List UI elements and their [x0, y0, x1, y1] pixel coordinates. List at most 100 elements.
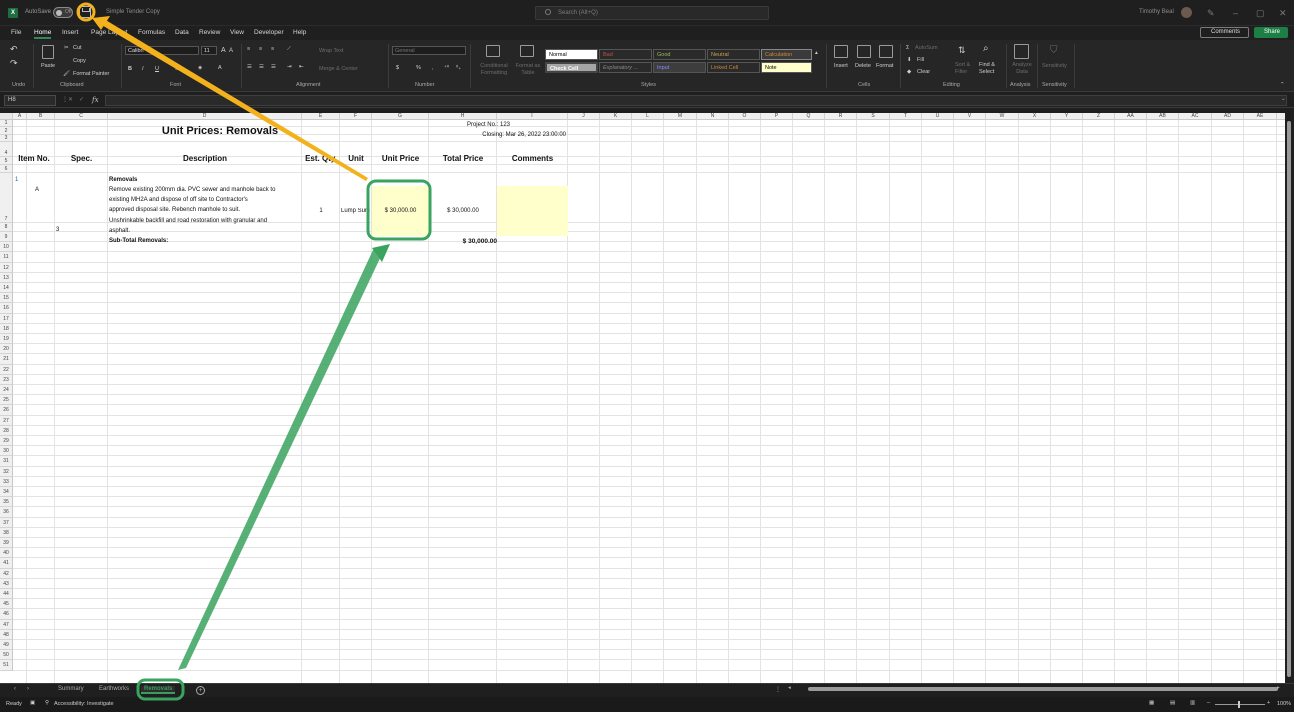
column-header[interactable]: S	[857, 113, 890, 120]
align-middle-icon[interactable]: ≡	[259, 46, 262, 52]
format-as-table-icon[interactable]	[520, 45, 534, 57]
clear-button[interactable]: Clear	[917, 69, 930, 75]
zoom-out-icon[interactable]: –	[1207, 700, 1210, 706]
prev-sheet-icon[interactable]: ‹	[14, 686, 16, 692]
sort-filter-icon[interactable]: ⇅	[958, 45, 966, 56]
header-unit[interactable]: Unit	[340, 154, 372, 163]
tab-page-layout[interactable]: Page Layout	[91, 29, 128, 36]
column-header[interactable]: G	[372, 113, 429, 120]
align-bottom-icon[interactable]: ≡	[271, 46, 274, 52]
format-painter-icon[interactable]: 🖌	[63, 71, 70, 77]
row-header[interactable]: 51	[0, 660, 13, 671]
header-est-qty[interactable]: Est. Qty.	[302, 154, 340, 163]
cancel-icon[interactable]: ✕	[68, 96, 73, 103]
sensitivity-icon[interactable]: ⛉	[1050, 45, 1058, 56]
column-header[interactable]: AD	[1212, 113, 1244, 120]
row-header[interactable]: 33	[0, 476, 13, 487]
font-name-input[interactable]: Calibri	[125, 46, 199, 55]
sensitivity-button[interactable]: Sensitivity	[1042, 63, 1067, 69]
borders-icon[interactable]: ▦	[175, 65, 180, 71]
style-normal[interactable]: Normal	[545, 49, 598, 60]
row-header[interactable]: 3	[0, 135, 13, 142]
comments-input-cell[interactable]	[497, 186, 568, 236]
row-header[interactable]: 1	[0, 120, 13, 127]
column-header[interactable]: C	[55, 113, 108, 120]
format-cells-button[interactable]: Format	[876, 63, 893, 69]
row-header[interactable]: 45	[0, 599, 13, 610]
row-header[interactable]: 10	[0, 242, 13, 253]
restore-icon[interactable]: ▢	[1256, 8, 1265, 19]
style-note[interactable]: Note	[761, 62, 812, 73]
row-header[interactable]: 15	[0, 293, 13, 304]
tab-view[interactable]: View	[230, 29, 244, 36]
row-header[interactable]: 4	[0, 142, 13, 157]
style-input[interactable]: Input	[653, 62, 706, 73]
collapse-ribbon-icon[interactable]: ⌃	[1280, 82, 1285, 88]
autosum-button[interactable]: AutoSum	[915, 45, 938, 51]
column-header[interactable]: W	[986, 113, 1019, 120]
bold-button[interactable]: B	[128, 66, 132, 72]
row-header[interactable]: 47	[0, 619, 13, 630]
row-header[interactable]: 9	[0, 232, 13, 243]
fill-button[interactable]: Fill	[917, 57, 924, 63]
column-header[interactable]: AC	[1179, 113, 1212, 120]
column-header[interactable]: K	[600, 113, 632, 120]
row-header[interactable]: 8	[0, 223, 13, 232]
minimize-icon[interactable]: –	[1233, 8, 1238, 18]
column-header[interactable]: O	[729, 113, 761, 120]
underline-button[interactable]: U	[155, 66, 159, 72]
row-header[interactable]: 42	[0, 568, 13, 579]
row-header[interactable]: 17	[0, 313, 13, 324]
row-header[interactable]: 2	[0, 127, 13, 135]
horizontal-scrollbar[interactable]: ◂ ▸	[786, 685, 1284, 693]
analyze-data-button[interactable]: Analyze Data	[1011, 62, 1033, 76]
h-scroll-thumb[interactable]	[808, 687, 1278, 691]
row-header[interactable]: 28	[0, 425, 13, 436]
header-total-price[interactable]: Total Price	[429, 154, 497, 163]
column-header[interactable]: H	[429, 113, 497, 120]
accessibility-icon[interactable]: ⚲	[45, 700, 49, 706]
macro-record-icon[interactable]: ▣	[30, 700, 35, 706]
find-select-button[interactable]: Find & Select	[979, 62, 1001, 76]
merge-center-button[interactable]: Merge & Center	[319, 66, 358, 72]
column-header[interactable]: L	[632, 113, 664, 120]
worksheet-grid[interactable]: ABCDEFGHIJKLMNOPQRSTUVWXYZAAABACADAEAF 1…	[0, 113, 1285, 683]
row-header[interactable]: 46	[0, 609, 13, 620]
increase-decimal-icon[interactable]: ⁺⁰	[444, 65, 449, 71]
sheet-tab-earthworks[interactable]: Earthworks	[99, 686, 129, 692]
sheet-tab-removals[interactable]: Removals	[141, 686, 176, 694]
header-comments[interactable]: Comments	[497, 154, 568, 163]
format-cells-icon[interactable]	[879, 45, 893, 58]
close-icon[interactable]: ✕	[1279, 8, 1287, 19]
row-header[interactable]: 11	[0, 252, 13, 263]
row-header[interactable]: 41	[0, 558, 13, 569]
add-sheet-button[interactable]: +	[196, 686, 205, 695]
row-header[interactable]: 24	[0, 385, 13, 396]
header-description[interactable]: Description	[108, 154, 302, 163]
section-name[interactable]: Removals	[109, 177, 137, 183]
header-unit-price[interactable]: Unit Price	[372, 154, 429, 163]
column-header[interactable]: Y	[1051, 113, 1083, 120]
column-header[interactable]: Z	[1083, 113, 1115, 120]
paste-icon[interactable]	[42, 45, 54, 59]
column-header[interactable]: B	[27, 113, 55, 120]
copy-button[interactable]: Copy	[73, 58, 86, 64]
column-header[interactable]: AF	[1277, 113, 1285, 120]
column-header[interactable]: N	[697, 113, 729, 120]
autosave-toggle[interactable]: Off	[53, 7, 73, 18]
style-good[interactable]: Good	[653, 49, 706, 60]
comma-button[interactable]: ,	[432, 65, 434, 71]
share-button[interactable]: Share	[1254, 27, 1288, 38]
header-item-no[interactable]: Item No.	[13, 154, 55, 163]
row-header[interactable]: 43	[0, 578, 13, 589]
row-header[interactable]: 20	[0, 344, 13, 355]
column-header[interactable]: U	[922, 113, 954, 120]
row-header[interactable]: 50	[0, 650, 13, 661]
number-format-select[interactable]: General	[392, 46, 466, 55]
paste-button[interactable]: Paste	[41, 63, 55, 69]
document-title[interactable]: Simple Tender Copy	[106, 9, 160, 15]
cut-button[interactable]: Cut	[73, 45, 82, 51]
row-header[interactable]: 19	[0, 334, 13, 345]
row-header[interactable]: 18	[0, 323, 13, 334]
row-header[interactable]: 40	[0, 548, 13, 559]
